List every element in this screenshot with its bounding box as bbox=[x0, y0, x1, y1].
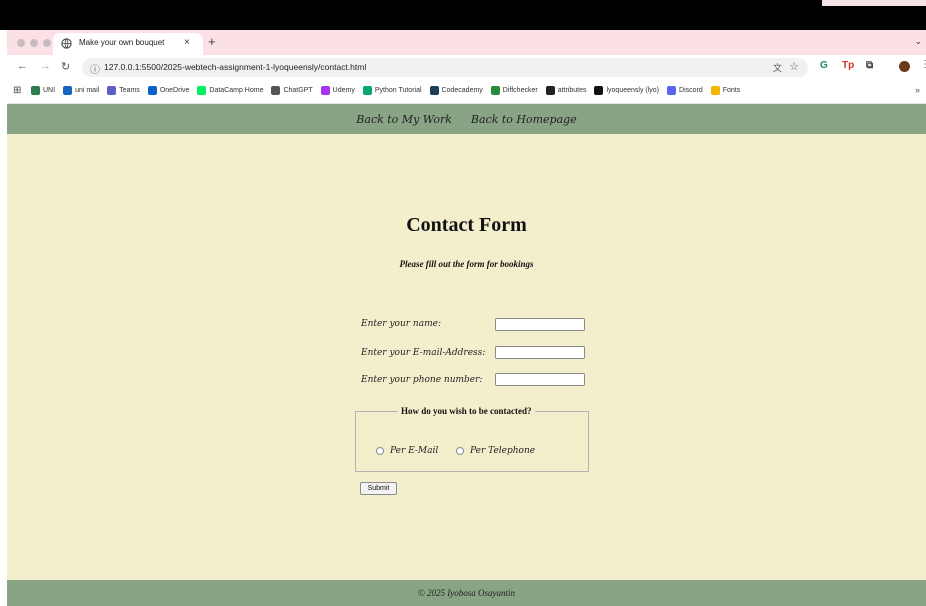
browser-window: Make your own bouquet × + ⌄ ← → ↻ ⓘ 127.… bbox=[7, 30, 926, 606]
reload-icon[interactable]: ↻ bbox=[61, 60, 70, 73]
email-input[interactable] bbox=[495, 346, 585, 359]
bookmark-item[interactable]: Codecademy bbox=[429, 86, 483, 95]
bookmark-label: Python Tutorial bbox=[374, 87, 422, 94]
site-footer: © 2025 Iyobosa Osayantin bbox=[7, 580, 926, 606]
bookmark-favicon-icon bbox=[63, 86, 73, 95]
phone-label: Enter your phone number: bbox=[361, 375, 483, 385]
bookmark-label: OneDrive bbox=[159, 87, 190, 94]
bookmark-favicon-icon bbox=[545, 86, 555, 95]
minimize-window-button[interactable] bbox=[30, 39, 38, 47]
translate-icon[interactable]: 文 bbox=[773, 61, 782, 74]
browser-toolbar: ← → ↻ ⓘ 127.0.0.1:5500/2025-webtech-assi… bbox=[7, 55, 926, 80]
email-label: Enter your E-mail-Address: bbox=[361, 348, 486, 358]
grammarly-extension-icon[interactable]: G bbox=[820, 60, 828, 71]
site-nav: Back to My Work Back to Homepage bbox=[7, 104, 926, 134]
bookmark-label: Fonts bbox=[722, 87, 741, 94]
bookmark-favicon-icon bbox=[362, 86, 372, 95]
bookmark-label: uni mail bbox=[75, 87, 100, 94]
bookmark-favicon-icon bbox=[594, 86, 604, 95]
tab-close-icon[interactable]: × bbox=[184, 37, 190, 48]
tp-extension-icon[interactable]: Tp bbox=[842, 60, 854, 71]
bookmark-label: Udemy bbox=[332, 87, 355, 94]
radio-circle-icon[interactable] bbox=[376, 447, 384, 455]
radio-per-telephone[interactable]: Per Telephone bbox=[456, 446, 535, 456]
name-label: Enter your name: bbox=[361, 319, 441, 329]
bookmark-label: Codecademy bbox=[441, 87, 483, 94]
bookmark-item[interactable]: Udemy bbox=[320, 86, 355, 95]
bookmark-favicon-icon bbox=[667, 86, 677, 95]
apps-grid-icon[interactable]: ⊞ bbox=[13, 85, 21, 96]
bookmark-favicon-icon bbox=[197, 86, 207, 95]
bookmark-favicon-icon bbox=[271, 86, 281, 95]
contact-method-legend: How do you wish to be contacted? bbox=[401, 406, 532, 416]
profile-avatar[interactable] bbox=[899, 61, 910, 72]
radio-phone-label: Per Telephone bbox=[470, 446, 536, 456]
extensions-puzzle-icon[interactable]: ⧉ bbox=[866, 60, 873, 71]
back-arrow-icon[interactable]: ← bbox=[17, 60, 28, 72]
more-bookmarks-icon[interactable]: » bbox=[915, 85, 920, 95]
bookmark-item[interactable]: Python Tutorial bbox=[362, 86, 422, 95]
address-bar[interactable]: ⓘ 127.0.0.1:5500/2025-webtech-assignment… bbox=[82, 58, 808, 77]
bookmark-favicon-icon bbox=[490, 86, 500, 95]
bookmark-label: Teams bbox=[119, 87, 140, 94]
contact-method-fieldset: How do you wish to be contacted? bbox=[355, 406, 589, 472]
tab-strip: Make your own bouquet × + ⌄ bbox=[7, 30, 926, 55]
bookmark-favicon-icon bbox=[107, 86, 117, 95]
bookmark-item[interactable]: lyoqueensly (lyo) bbox=[594, 86, 659, 95]
close-window-button[interactable] bbox=[17, 39, 25, 47]
bookmark-item[interactable]: Discord bbox=[667, 86, 703, 95]
browser-menu-icon[interactable]: ⋮ bbox=[920, 59, 926, 70]
bookmark-label: UNI bbox=[43, 87, 56, 94]
bookmark-list: UNI uni mail Teams OneDrive DataCamp Home Cha… bbox=[31, 86, 740, 95]
radio-circle-icon[interactable] bbox=[456, 447, 464, 455]
name-input[interactable] bbox=[495, 318, 585, 331]
page-title: Contact Form bbox=[406, 214, 527, 236]
bookmark-item[interactable]: attributes bbox=[545, 86, 587, 95]
bookmark-item[interactable]: Diffchecker bbox=[490, 86, 538, 95]
tab-search-icon[interactable]: ⌄ bbox=[914, 36, 922, 47]
globe-icon bbox=[61, 38, 72, 49]
bookmark-item[interactable]: Fonts bbox=[710, 86, 741, 95]
radio-email-label: Per E-Mail bbox=[390, 446, 439, 456]
window-controls bbox=[17, 39, 51, 47]
top-black-bar bbox=[0, 0, 926, 30]
bookmark-label: lyoqueensly (lyo) bbox=[606, 87, 660, 94]
bookmark-star-icon[interactable]: ☆ bbox=[789, 60, 799, 73]
new-tab-button[interactable]: + bbox=[208, 34, 216, 49]
bookmark-item[interactable]: uni mail bbox=[63, 86, 99, 95]
bookmark-item[interactable]: ChatGPT bbox=[271, 86, 313, 95]
bookmark-item[interactable]: Teams bbox=[107, 86, 140, 95]
back-to-my-work-link[interactable]: Back to My Work bbox=[356, 113, 452, 126]
page-viewport: Back to My Work Back to Homepage Contact… bbox=[7, 104, 926, 606]
bookmark-favicon-icon bbox=[429, 86, 439, 95]
radio-per-email[interactable]: Per E-Mail bbox=[376, 446, 438, 456]
submit-button[interactable]: Submit bbox=[360, 482, 397, 495]
bookmark-item[interactable]: DataCamp Home bbox=[197, 86, 263, 95]
back-to-homepage-link[interactable]: Back to Homepage bbox=[471, 113, 577, 126]
forward-arrow-icon[interactable]: → bbox=[40, 60, 51, 72]
url-text[interactable]: 127.0.0.1:5500/2025-webtech-assignment-1… bbox=[104, 62, 366, 72]
form-subtitle: Please fill out the form for bookings bbox=[399, 259, 534, 269]
phone-input[interactable] bbox=[495, 373, 585, 386]
tab-title: Make your own bouquet bbox=[79, 38, 165, 47]
bookmark-item[interactable]: OneDrive bbox=[147, 86, 190, 95]
bookmarks-bar: ⊞ UNI uni mail Teams OneDrive DataCamp Home C… bbox=[7, 80, 926, 104]
bookmark-label: Diffchecker bbox=[502, 87, 538, 94]
bookmark-label: DataCamp Home bbox=[209, 87, 264, 94]
bookmark-label: ChatGPT bbox=[283, 87, 313, 94]
bookmark-favicon-icon bbox=[31, 86, 40, 95]
bookmark-label: Discord bbox=[679, 87, 703, 94]
bookmark-favicon-icon bbox=[710, 86, 720, 95]
zoom-window-button[interactable] bbox=[43, 39, 51, 47]
bookmark-favicon-icon bbox=[320, 86, 330, 95]
bookmark-item[interactable]: UNI bbox=[31, 86, 55, 95]
bookmark-label: attributes bbox=[557, 87, 587, 94]
bookmark-favicon-icon bbox=[147, 86, 157, 95]
active-tab[interactable]: Make your own bouquet × bbox=[53, 33, 203, 55]
site-info-icon[interactable]: ⓘ bbox=[90, 61, 100, 76]
screen: Make your own bouquet × + ⌄ ← → ↻ ⓘ 127.… bbox=[0, 0, 926, 606]
